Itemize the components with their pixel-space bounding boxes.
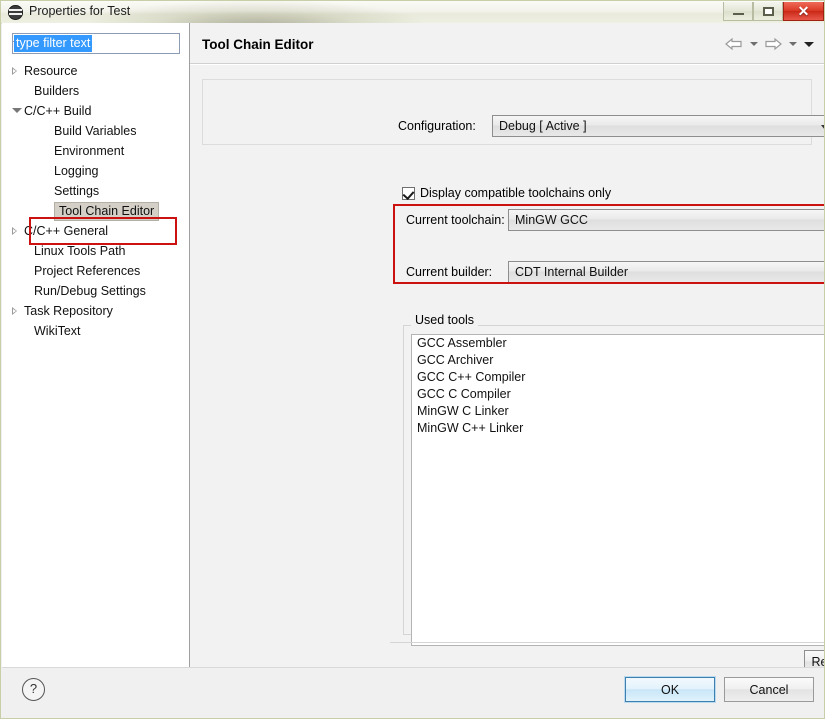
sidebar-item-label: Task Repository (24, 304, 113, 318)
list-item[interactable]: GCC Assembler (412, 335, 824, 352)
current-toolchain-value: MinGW GCC (515, 213, 588, 227)
settings-tree: Resource Builders C/C++ Build Build Variabl… (2, 61, 188, 341)
tree-collapsed-icon[interactable] (12, 67, 17, 75)
sidebar-item-label: C/C++ General (24, 224, 109, 238)
list-item[interactable]: GCC C++ Compiler (412, 369, 824, 386)
page-title: Tool Chain Editor (202, 37, 314, 52)
sidebar-item-label: Build Variables (54, 124, 137, 138)
page-navigation (724, 35, 815, 53)
used-tools-list[interactable]: GCC Assembler GCC Archiver GCC C++ Compile… (411, 334, 824, 646)
forward-arrow-icon[interactable] (763, 36, 783, 52)
sidebar-item-label: WikiText (34, 324, 81, 338)
cancel-button[interactable]: Cancel (724, 677, 814, 702)
back-history-chevron-down-icon[interactable] (747, 36, 760, 52)
minimize-button[interactable] (723, 2, 753, 21)
chevron-down-icon (821, 125, 824, 130)
list-item[interactable]: MinGW C++ Linker (412, 420, 824, 437)
used-tools-label: Used tools (411, 313, 479, 327)
sidebar-item-label: Logging (54, 164, 99, 178)
list-item[interactable]: GCC Archiver (412, 352, 824, 369)
sidebar-item-c-c-build[interactable]: C/C++ Build (2, 101, 188, 121)
configuration-label: Configuration: (398, 119, 476, 133)
window-title: Properties for Test (29, 4, 131, 18)
properties-dialog: Properties for Test ✕ type filter text R… (0, 0, 825, 719)
sidebar-item-label: Linux Tools Path (34, 244, 126, 258)
current-toolchain-label: Current toolchain: (406, 213, 505, 227)
tree-collapsed-icon[interactable] (12, 227, 17, 235)
sidebar-item-build-variables[interactable]: Build Variables (2, 121, 188, 141)
sidebar-item-label: Environment (54, 144, 125, 158)
checkbox-label: Display compatible toolchains only (420, 186, 612, 200)
current-toolchain-select[interactable]: MinGW GCC (508, 209, 824, 231)
sidebar-item-label: Builders (34, 84, 80, 98)
current-builder-select[interactable]: CDT Internal Builder (508, 261, 824, 283)
sidebar-item-label: Settings (54, 184, 100, 198)
sidebar-item-wikitext[interactable]: WikiText (2, 321, 188, 341)
current-builder-value: CDT Internal Builder (515, 265, 629, 279)
settings-tree-pane: type filter text ResourceBuildersC/C++ B… (2, 23, 190, 667)
sidebar-item-label: Resource (24, 64, 78, 78)
title-bar-glow (91, 1, 421, 23)
minimize-icon (733, 13, 744, 15)
search-input[interactable] (12, 33, 180, 54)
sidebar-item-logging[interactable]: Logging (2, 161, 188, 181)
sidebar-item-tool-chain-editor[interactable]: Tool Chain Editor (2, 201, 188, 221)
header-divider-highlight (190, 64, 824, 65)
checkbox-box (402, 187, 415, 201)
eclipse-icon (8, 5, 23, 20)
help-icon[interactable]: ? (22, 678, 45, 701)
forward-history-chevron-down-icon[interactable] (786, 36, 799, 52)
sidebar-item-c-c-general[interactable]: C/C++ General (2, 221, 188, 241)
sidebar-item-label: Tool Chain Editor (54, 202, 160, 221)
sidebar-item-settings[interactable]: Settings (2, 181, 188, 201)
close-button[interactable]: ✕ (783, 2, 824, 21)
configuration-select[interactable]: Debug [ Active ] (492, 115, 824, 137)
sidebar-item-builders[interactable]: Builders (2, 81, 188, 101)
ok-button[interactable]: OK (624, 676, 716, 703)
sidebar-item-label: C/C++ Build (24, 104, 92, 118)
maximize-button[interactable] (753, 2, 783, 21)
tool-chain-editor-page: Tool Chain Editor Configuration: Debug [… (190, 23, 824, 673)
dialog-body: type filter text ResourceBuildersC/C++ B… (2, 23, 824, 673)
tree-collapsed-icon[interactable] (12, 307, 17, 315)
list-item[interactable]: MinGW C Linker (412, 403, 824, 420)
close-icon: ✕ (797, 3, 810, 19)
title-bar: Properties for Test ✕ (1, 1, 824, 24)
page-bottom-divider (390, 642, 824, 643)
sidebar-item-linux-tools-path[interactable]: Linux Tools Path (2, 241, 188, 261)
sidebar-item-environment[interactable]: Environment (2, 141, 188, 161)
sidebar-item-label: Project References (34, 264, 141, 278)
tree-expanded-icon[interactable] (12, 108, 22, 113)
list-item[interactable]: GCC C Compiler (412, 386, 824, 403)
sidebar-item-run-debug-settings[interactable]: Run/Debug Settings (2, 281, 188, 301)
current-builder-label: Current builder: (406, 265, 493, 279)
maximize-icon (763, 7, 774, 16)
back-arrow-icon[interactable] (724, 36, 744, 52)
sidebar-item-task-repository[interactable]: Task Repository (2, 301, 188, 321)
configuration-value: Debug [ Active ] (499, 119, 587, 133)
sidebar-item-label: Run/Debug Settings (34, 284, 146, 298)
dialog-footer: ? OK Cancel (2, 667, 824, 718)
view-menu-icon[interactable] (802, 36, 815, 52)
sidebar-item-project-references[interactable]: Project References (2, 261, 188, 281)
sidebar-item-resource[interactable]: Resource (2, 61, 188, 81)
